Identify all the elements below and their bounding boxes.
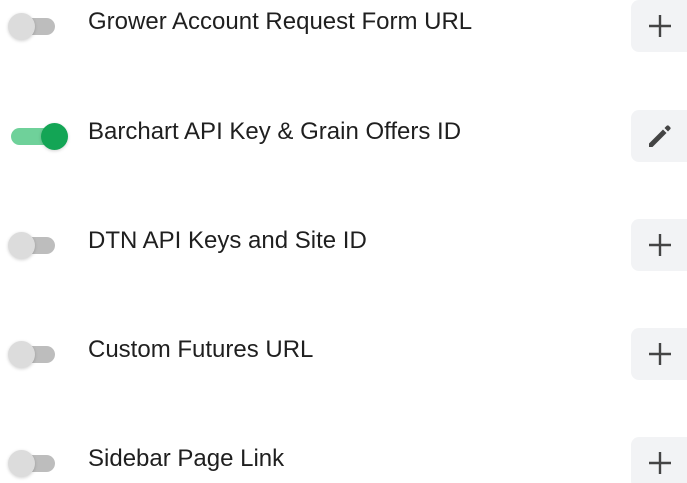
- edit-barchart-api-key-button[interactable]: [631, 110, 687, 162]
- toggle-knob: [8, 341, 35, 368]
- setting-label: Custom Futures URL: [88, 336, 314, 363]
- add-custom-futures-url-button[interactable]: [631, 328, 687, 380]
- pencil-icon: [649, 125, 671, 147]
- plus-icon: [649, 343, 671, 365]
- custom-futures-url-toggle[interactable]: [8, 340, 58, 368]
- setting-row-sidebar-page-link: Sidebar Page Link: [0, 429, 687, 483]
- grower-account-request-form-url-toggle[interactable]: [8, 12, 58, 40]
- plus-icon: [649, 452, 671, 474]
- setting-row-custom-futures-url: Custom Futures URL: [0, 320, 687, 380]
- setting-label: Sidebar Page Link: [88, 445, 285, 472]
- barchart-api-key-toggle[interactable]: [8, 122, 68, 150]
- dtn-api-keys-toggle[interactable]: [8, 231, 58, 259]
- sidebar-page-link-toggle[interactable]: [8, 449, 58, 477]
- toggle-knob: [8, 13, 35, 40]
- setting-label: Barchart API Key & Grain Offers ID: [88, 118, 462, 145]
- plus-icon: [649, 234, 671, 256]
- toggle-knob: [41, 123, 68, 150]
- add-grower-account-request-form-url-button[interactable]: [631, 0, 687, 52]
- setting-label: DTN API Keys and Site ID: [88, 227, 367, 254]
- setting-row-barchart-api-key: Barchart API Key & Grain Offers ID: [0, 102, 687, 162]
- setting-label: Grower Account Request Form URL: [88, 8, 473, 35]
- add-dtn-api-keys-button[interactable]: [631, 219, 687, 271]
- setting-row-dtn-api-keys: DTN API Keys and Site ID: [0, 211, 687, 271]
- toggle-knob: [8, 450, 35, 477]
- integration-settings-list: Grower Account Request Form URL Barchart…: [0, 0, 687, 483]
- add-sidebar-page-link-button[interactable]: [631, 437, 687, 483]
- toggle-knob: [8, 232, 35, 259]
- plus-icon: [649, 15, 671, 37]
- setting-row-grower-account-request-form-url: Grower Account Request Form URL: [0, 0, 687, 52]
